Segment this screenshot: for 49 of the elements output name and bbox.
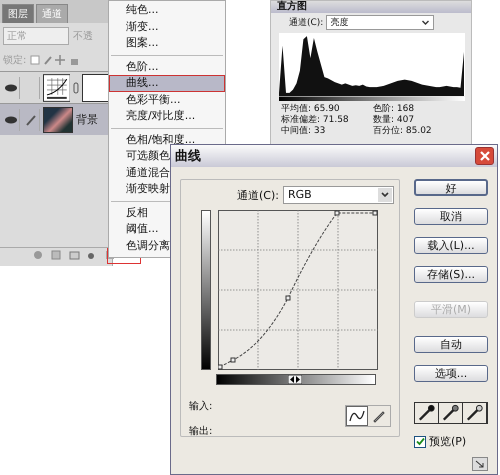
opacity-label: 不透 [73,30,93,43]
dialog-button[interactable]: 自动 [414,336,488,353]
channel-dropdown[interactable]: RGB [282,186,394,204]
panel-tab[interactable]: 图层 [2,4,34,23]
output-label: 输出: [189,424,212,438]
close-icon [478,150,490,162]
curve-tool-button[interactable] [346,406,368,426]
histogram-stat: 色阶: 168 [373,104,416,114]
expand-icon[interactable] [472,457,488,471]
histogram-stat: 平均值: 65.90 [281,104,341,114]
eye-icon[interactable] [5,116,17,124]
brush-icon [25,114,37,126]
pencil-icon [372,409,386,423]
menu-item[interactable]: 色阶... [109,58,225,75]
menu-item[interactable]: 纯色... [109,2,225,18]
link-icon [73,82,80,94]
layer-name: 背景 [76,112,98,127]
panel-title: 直方图 [271,1,471,13]
menu-item[interactable]: 色相/饱和度... [109,132,225,148]
histogram-stat: 标准偏差: 71.58 [281,115,350,126]
preview-checkbox[interactable]: 预览(P) [414,434,488,449]
eye-icon[interactable] [4,84,17,92]
dialog-button[interactable]: 存储(S)... [414,266,488,283]
channel-label: 通道(C): [289,16,324,29]
menu-item[interactable]: 渐变... [109,18,225,35]
dialog-button[interactable]: 好 [414,179,488,196]
gradient-toggle-icon[interactable] [288,375,302,384]
histogram-stat: 中间值: 33 [281,126,326,137]
menu-item[interactable]: 亮度/对比度... [109,108,225,124]
photo-placeholder [43,106,73,132]
menu-item[interactable]: 图案... [109,35,225,52]
dialog-button[interactable]: 载入(L)... [414,237,488,254]
curve-graph[interactable] [218,210,378,370]
check-icon [416,437,424,446]
channel-label: 通道(C): [237,188,279,202]
input-label: 输入: [189,400,212,413]
dialog-button[interactable]: 选项... [414,365,488,382]
menu-item[interactable]: 曲线... [109,75,225,92]
histogram-stat: 百分位: 85.02 [373,126,433,137]
menu-item[interactable]: 色彩平衡... [109,92,225,108]
curve-icon [349,409,365,423]
dialog-title: 曲线 [175,148,201,165]
lock-icons-drawing[interactable] [30,54,80,66]
histogram-stat: 数量: 407 [373,115,416,126]
lock-label: 锁定: [3,54,26,67]
curves-thumbnail-icon [42,74,70,102]
close-button[interactable] [475,147,494,165]
channel-dropdown[interactable]: 亮度 [326,15,434,30]
dialog-button[interactable]: 取消 [414,208,488,225]
